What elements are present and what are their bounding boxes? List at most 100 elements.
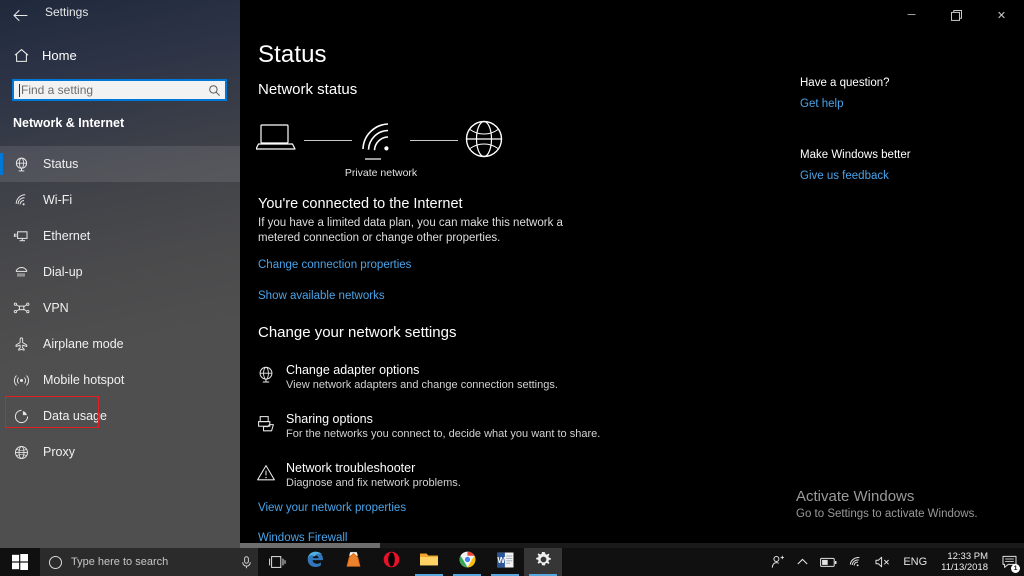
wifi-icon[interactable] — [843, 548, 869, 576]
pie-chart-icon — [13, 408, 30, 425]
link-change-connection-properties[interactable]: Change connection properties — [258, 259, 411, 271]
vlc-icon — [344, 550, 363, 574]
word-icon: W — [496, 551, 515, 574]
network-settings-options: Change adapter options View network adap… — [256, 362, 756, 509]
link-get-help[interactable]: Get help — [800, 98, 843, 110]
taskbar-app-vlc[interactable] — [334, 548, 372, 576]
watermark-subtitle: Go to Settings to activate Windows. — [796, 506, 1024, 522]
svg-text:W: W — [497, 556, 505, 565]
ethernet-icon — [13, 228, 30, 245]
option-sharing-options[interactable]: Sharing options For the networks you con… — [256, 411, 756, 460]
cortana-circle-icon — [49, 556, 62, 569]
diagram-network-marker — [365, 158, 381, 160]
sidebar-item-label: Proxy — [43, 445, 75, 459]
sidebar-item-data-usage[interactable]: Data usage — [0, 398, 240, 434]
sidebar-item-label: Mobile hotspot — [43, 373, 124, 387]
file-explorer-icon — [419, 551, 439, 573]
diagram-network-label: Private network — [316, 167, 446, 179]
taskbar-search-input[interactable]: Type here to search — [40, 548, 258, 576]
battery-icon[interactable] — [814, 548, 843, 576]
search-input[interactable]: Find a setting — [12, 79, 227, 101]
globe-icon — [13, 444, 30, 461]
rail-heading-feedback: Make Windows better — [800, 149, 911, 161]
right-rail: Have a question? Get help Make Windows b… — [788, 0, 1024, 548]
sidebar-home-label: Home — [42, 48, 77, 63]
sharing-icon — [256, 414, 276, 434]
notification-count-badge: 1 — [1011, 564, 1020, 573]
minimize-button[interactable]: ─ — [889, 0, 934, 30]
sidebar-nav-list: Status Wi-Fi Ethernet Dial-up — [0, 146, 240, 470]
link-give-us-feedback[interactable]: Give us feedback — [800, 170, 889, 182]
close-button[interactable]: ✕ — [979, 0, 1024, 30]
globe-monitor-icon — [256, 365, 276, 385]
task-view-button[interactable] — [258, 548, 296, 576]
sidebar-item-label: Airplane mode — [43, 337, 124, 351]
connection-status-description: If you have a limited data plan, you can… — [258, 216, 568, 246]
sidebar-item-label: Wi-Fi — [43, 193, 72, 207]
airplane-icon — [13, 336, 30, 353]
link-view-network-properties[interactable]: View your network properties — [258, 502, 406, 514]
diagram-link-left — [304, 140, 352, 141]
sidebar-item-airplane-mode[interactable]: Airplane mode — [0, 326, 240, 362]
taskbar-app-file-explorer[interactable] — [410, 548, 448, 576]
people-icon[interactable] — [765, 548, 791, 576]
settings-gear-icon — [534, 550, 553, 574]
system-tray: ENG 12:33 PM 11/13/2018 1 — [765, 548, 1024, 576]
sidebar-item-label: Ethernet — [43, 229, 90, 243]
window-controls: ─ ✕ — [889, 0, 1024, 30]
wifi-icon — [13, 192, 30, 209]
diagram-link-right — [410, 140, 458, 141]
back-arrow-icon[interactable] — [8, 3, 32, 27]
watermark-title: Activate Windows — [796, 487, 1024, 506]
home-icon — [13, 47, 30, 64]
sidebar-item-ethernet[interactable]: Ethernet — [0, 218, 240, 254]
sidebar: Home Find a setting Network & Internet S… — [0, 0, 240, 548]
option-description: For the networks you connect to, decide … — [286, 427, 756, 442]
search-placeholder: Find a setting — [21, 83, 208, 97]
sidebar-item-dialup[interactable]: Dial-up — [0, 254, 240, 290]
link-show-available-networks[interactable]: Show available networks — [258, 290, 385, 302]
main-content: Status Network status — [240, 0, 1024, 548]
window-title: Settings — [45, 5, 88, 19]
section-heading-network-status: Network status — [258, 81, 357, 98]
sidebar-item-proxy[interactable]: Proxy — [0, 434, 240, 470]
taskbar-app-settings[interactable] — [524, 548, 562, 576]
sidebar-item-status[interactable]: Status — [0, 146, 240, 182]
start-button[interactable] — [0, 548, 40, 576]
option-title: Network troubleshooter — [286, 460, 756, 476]
taskbar-app-chrome[interactable] — [448, 548, 486, 576]
sidebar-item-mobile-hotspot[interactable]: Mobile hotspot — [0, 362, 240, 398]
option-change-adapter-options[interactable]: Change adapter options View network adap… — [256, 362, 756, 411]
taskbar-search-placeholder: Type here to search — [71, 556, 231, 568]
option-title: Sharing options — [286, 411, 756, 427]
chevron-up-icon[interactable] — [791, 548, 814, 576]
notification-icon[interactable]: 1 — [996, 548, 1022, 576]
taskbar-app-edge[interactable] — [296, 548, 334, 576]
clock-time: 12:33 PM — [947, 551, 988, 562]
activate-windows-watermark: Activate Windows Go to Settings to activ… — [796, 487, 1024, 522]
maximize-button[interactable] — [934, 0, 979, 30]
option-description: View network adapters and change connect… — [286, 378, 756, 393]
hotspot-icon — [13, 372, 30, 389]
title-bar: Settings ─ ✕ — [0, 0, 1024, 30]
warning-triangle-icon — [256, 463, 276, 483]
edge-icon — [306, 550, 325, 574]
section-heading-change-settings: Change your network settings — [258, 324, 456, 341]
connection-status-heading: You're connected to the Internet — [258, 196, 463, 212]
sidebar-item-home[interactable]: Home — [0, 42, 240, 68]
globe-monitor-icon — [13, 156, 30, 173]
sidebar-item-wifi[interactable]: Wi-Fi — [0, 182, 240, 218]
clock[interactable]: 12:33 PM 11/13/2018 — [933, 548, 996, 576]
sidebar-item-label: Data usage — [43, 409, 107, 423]
volume-muted-icon[interactable] — [869, 548, 897, 576]
sidebar-item-label: Dial-up — [43, 265, 83, 279]
search-icon — [208, 84, 221, 97]
taskbar-app-word[interactable]: W — [486, 548, 524, 576]
network-diagram — [256, 116, 506, 164]
taskbar-app-opera[interactable] — [372, 548, 410, 576]
dialup-icon — [13, 264, 30, 281]
chrome-icon — [458, 550, 477, 574]
sidebar-item-vpn[interactable]: VPN — [0, 290, 240, 326]
language-indicator[interactable]: ENG — [897, 548, 933, 576]
microphone-icon[interactable] — [240, 556, 252, 569]
